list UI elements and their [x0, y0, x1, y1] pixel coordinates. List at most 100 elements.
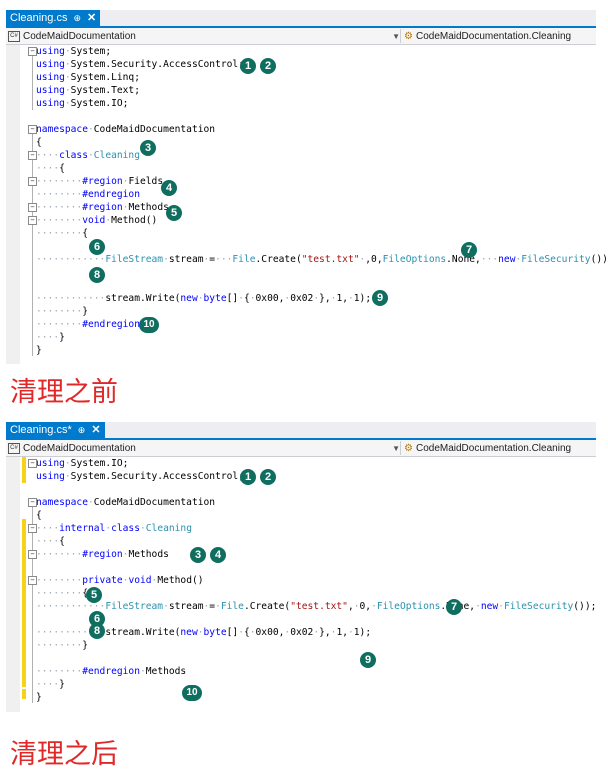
code-line[interactable]: ········#region·Fields	[36, 175, 163, 188]
callout-badge-3: 3	[190, 547, 206, 563]
code-line[interactable]: ············FileStream·stream·=···File.C…	[36, 253, 608, 266]
navigation-bar: C# CodeMaidDocumentation ▼ ⚙ CodeMaidDoc…	[6, 440, 596, 457]
callout-badge-9: 9	[360, 652, 376, 668]
callout-badge-10: 10	[182, 685, 202, 701]
code-line[interactable]: ············stream.Write(new·byte[]·{·0x…	[36, 292, 388, 305]
change-marker	[22, 689, 26, 699]
callout-badge-8: 8	[89, 623, 105, 639]
code-line[interactable]: ········}	[36, 305, 88, 318]
fold-toggle-icon[interactable]: −	[28, 125, 37, 134]
code-line[interactable]: ········{	[36, 227, 88, 240]
callout-badge-1: 1	[240, 58, 256, 74]
code-line[interactable]: }	[36, 344, 42, 357]
editor-gutter	[6, 457, 20, 712]
fold-guide	[32, 56, 33, 110]
code-line[interactable]: using·System;	[36, 45, 111, 58]
close-icon[interactable]: ✕	[91, 422, 100, 438]
navigation-bar: C# CodeMaidDocumentation ▼ ⚙ CodeMaidDoc…	[6, 28, 596, 45]
code-line[interactable]: ····internal·class·Cleaning	[36, 522, 192, 535]
close-icon[interactable]: ✕	[87, 10, 96, 26]
editor-panel-after: Cleaning.cs* ⊕ ✕ C# CodeMaidDocumentatio…	[6, 422, 596, 712]
code-line[interactable]: using·System.Linq;	[36, 71, 140, 84]
callout-badge-2: 2	[260, 469, 276, 485]
callout-badge-10: 10	[139, 317, 159, 333]
fold-toggle-icon[interactable]: −	[28, 459, 37, 468]
code-line[interactable]: ····{	[36, 535, 65, 548]
code-line[interactable]: {	[36, 136, 42, 149]
type-name: CodeMaidDocumentation.Cleaning	[415, 30, 572, 42]
fold-toggle-icon[interactable]: −	[28, 524, 37, 533]
tab-title: Cleaning.cs	[10, 12, 68, 24]
type-dropdown[interactable]: ⚙ CodeMaidDocumentation.Cleaning	[404, 29, 594, 43]
type-dropdown[interactable]: ⚙ CodeMaidDocumentation.Cleaning	[404, 441, 594, 455]
code-line[interactable]: ····}	[36, 678, 65, 691]
tab-bar: Cleaning.cs* ⊕ ✕	[6, 422, 596, 440]
code-editor[interactable]: using·System; using·System.Security.Acces…	[6, 45, 608, 364]
callout-badge-7: 7	[446, 599, 462, 615]
pin-icon[interactable]: ⊕	[78, 422, 86, 438]
code-line[interactable]: ········private·void·Method()	[36, 574, 204, 587]
code-line[interactable]: namespace·CodeMaidDocumentation	[36, 123, 215, 136]
code-line[interactable]: using·System.IO;	[36, 457, 128, 470]
code-line[interactable]: ········#endregion	[36, 188, 140, 201]
callout-badge-7: 7	[461, 242, 477, 258]
tab-cleaning-cs-modified[interactable]: Cleaning.cs* ⊕ ✕	[6, 422, 105, 438]
code-line[interactable]: ········#region·Methods	[36, 548, 169, 561]
chevron-down-icon: ▼	[392, 443, 400, 453]
code-line[interactable]: ········#endregion	[36, 318, 140, 331]
code-line[interactable]: using·System.Security.AccessControl;	[36, 470, 244, 483]
code-line[interactable]: ····}	[36, 331, 65, 344]
callout-badge-6: 6	[89, 239, 105, 255]
pin-icon[interactable]: ⊕	[73, 10, 81, 26]
callout-badge-4: 4	[161, 180, 177, 196]
code-line[interactable]: ········void·Method()	[36, 214, 157, 227]
fold-toggle-icon[interactable]: −	[28, 151, 37, 160]
code-line[interactable]: ····{	[36, 162, 65, 175]
fold-toggle-icon[interactable]: −	[28, 177, 37, 186]
fold-toggle-icon[interactable]: −	[28, 203, 37, 212]
code-line[interactable]: ········#region·Methods	[36, 201, 169, 214]
fold-toggle-icon[interactable]: −	[28, 576, 37, 585]
code-line[interactable]: ········{	[36, 587, 88, 600]
tab-title: Cleaning.cs*	[10, 424, 72, 436]
code-line[interactable]: using·System.Text;	[36, 84, 140, 97]
callout-badge-2: 2	[260, 58, 276, 74]
callout-badge-4: 4	[210, 547, 226, 563]
class-icon: ⚙	[404, 30, 413, 42]
change-marker	[22, 519, 26, 687]
code-line[interactable]: using·System.Security.AccessControl;	[36, 58, 244, 71]
fold-toggle-icon[interactable]: −	[28, 550, 37, 559]
project-dropdown[interactable]: C# CodeMaidDocumentation ▼	[8, 29, 401, 43]
callout-badge-1: 1	[240, 469, 256, 485]
fold-toggle-icon[interactable]: −	[28, 47, 37, 56]
code-line[interactable]: namespace·CodeMaidDocumentation	[36, 496, 215, 509]
fold-guide	[32, 507, 33, 703]
csharp-project-icon: C#	[8, 442, 20, 454]
code-line[interactable]: using·System.IO;	[36, 97, 128, 110]
change-marker	[22, 457, 26, 483]
project-name: CodeMaidDocumentation	[23, 30, 136, 42]
callout-badge-5: 5	[166, 205, 182, 221]
code-line[interactable]: ············stream.Write(new·byte[]·{·0x…	[36, 626, 371, 639]
editor-gutter	[6, 45, 20, 364]
code-line[interactable]: ········}	[36, 639, 88, 652]
caption-before: 清理之前	[10, 377, 118, 408]
code-line[interactable]: {	[36, 509, 42, 522]
project-name: CodeMaidDocumentation	[23, 442, 136, 454]
code-editor[interactable]: using·System.IO; using·System.Security.Ac…	[6, 457, 596, 712]
project-dropdown[interactable]: C# CodeMaidDocumentation ▼	[8, 441, 401, 455]
tab-cleaning-cs[interactable]: Cleaning.cs ⊕ ✕	[6, 10, 101, 26]
fold-toggle-icon[interactable]: −	[28, 498, 37, 507]
chevron-down-icon: ▼	[392, 31, 400, 41]
editor-panel-before: Cleaning.cs ⊕ ✕ C# CodeMaidDocumentation…	[6, 10, 608, 364]
fold-guide	[32, 134, 33, 356]
code-line[interactable]: ············FileStream·stream·=·File.Cre…	[36, 600, 596, 613]
callout-badge-9: 9	[372, 290, 388, 306]
callout-badge-5: 5	[86, 587, 102, 603]
code-line[interactable]: ····class·Cleaning	[36, 149, 140, 162]
code-line[interactable]: ········#endregion·Methods	[36, 665, 186, 678]
class-icon: ⚙	[404, 442, 413, 454]
csharp-project-icon: C#	[8, 30, 20, 42]
fold-toggle-icon[interactable]: −	[28, 216, 37, 225]
code-line[interactable]: }	[36, 691, 42, 704]
